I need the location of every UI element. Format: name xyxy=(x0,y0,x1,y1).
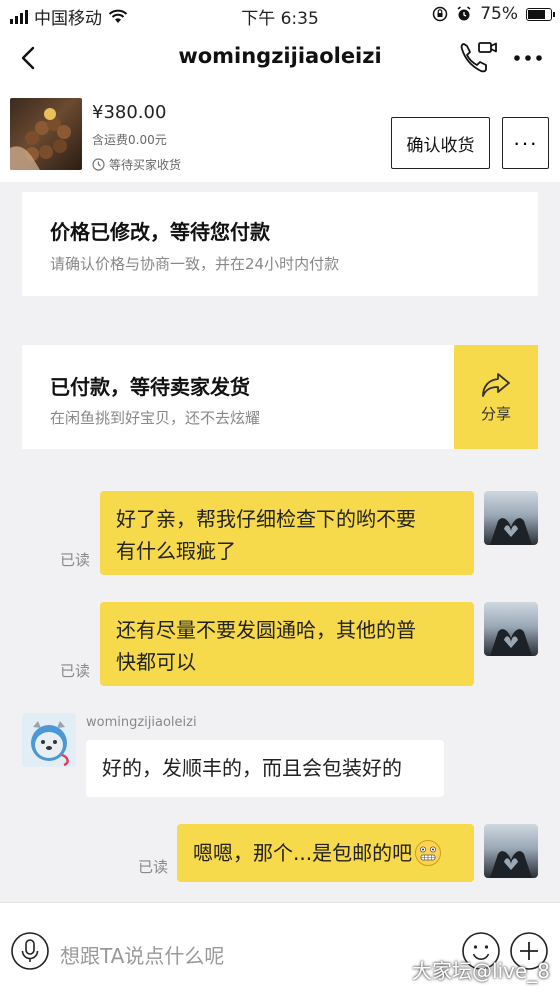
orientation-lock-icon xyxy=(432,6,448,22)
call-icon[interactable] xyxy=(458,40,498,76)
message-line: 嗯嗯，那个...是包邮的吧 xyxy=(193,841,413,865)
message-line: 还有尽量不要发圆通哈，其他的普 xyxy=(116,618,416,642)
read-receipt: 已读 xyxy=(138,858,169,876)
message-bubble[interactable]: 好的，发顺丰的，而且会包装好的 xyxy=(86,740,444,797)
voice-icon[interactable] xyxy=(10,931,50,971)
price-changed-card: 价格已修改，等待您付款 请确认价格与协商一致，并在24小时内付款 xyxy=(22,192,538,296)
seller-avatar[interactable] xyxy=(22,713,76,767)
message-bubble[interactable]: 好了亲，帮我仔细检查下的哟不要 有什么瑕疵了 xyxy=(100,491,474,575)
heart-hands-photo xyxy=(490,518,532,545)
clock-icon xyxy=(92,158,105,171)
message-line: 好的，发顺丰的，而且会包装好的 xyxy=(102,756,402,780)
share-button[interactable]: 分享 xyxy=(454,345,538,449)
confirm-receipt-button[interactable]: 确认收货 xyxy=(391,117,490,169)
order-status: 等待买家收货 xyxy=(92,156,181,173)
card-title: 价格已修改，等待您付款 xyxy=(50,220,270,244)
share-label: 分享 xyxy=(480,405,511,423)
message-input[interactable]: 想跟TA说点什么呢 xyxy=(60,940,224,969)
battery-percent: 75% xyxy=(480,4,518,24)
read-receipt: 已读 xyxy=(60,551,91,569)
order-more-button[interactable]: ··· xyxy=(502,117,549,169)
order-summary: ¥380.00 含运费0.00元 等待买家收货 确认收货 ··· xyxy=(0,90,560,182)
shipping-fee: 含运费0.00元 xyxy=(92,133,167,147)
battery-icon xyxy=(526,7,555,21)
order-status-text: 等待买家收货 xyxy=(109,158,182,172)
message-bubble[interactable]: 还有尽量不要发圆通哈，其他的普 快都可以 xyxy=(100,602,474,686)
product-thumbnail[interactable] xyxy=(10,98,82,170)
my-avatar[interactable] xyxy=(484,824,538,878)
seal-mascot-icon xyxy=(22,713,76,767)
message-bubble[interactable]: 嗯嗯，那个...是包邮的吧 xyxy=(177,824,474,882)
message-line: 快都可以 xyxy=(116,650,196,674)
status-bar: 中国移动 下午 6:35 75% xyxy=(0,0,560,29)
chat-header: womingzijiaoleizi xyxy=(0,28,560,90)
my-avatar[interactable] xyxy=(484,491,538,545)
read-receipt: 已读 xyxy=(60,662,91,680)
watermark: 大家坛@live_8 xyxy=(412,959,550,983)
heart-hands-photo xyxy=(490,851,532,878)
order-price: ¥380.00 xyxy=(92,102,167,123)
my-avatar[interactable] xyxy=(484,602,538,656)
more-icon[interactable] xyxy=(508,42,548,74)
card-subtitle: 在闲鱼挑到好宝贝，还不去炫耀 xyxy=(50,409,261,427)
paid-card: 已付款，等待卖家发货 在闲鱼挑到好宝贝，还不去炫耀 xyxy=(22,345,454,449)
alarm-icon xyxy=(457,6,471,21)
bracelet-photo xyxy=(10,108,71,170)
grimace-emoji-icon xyxy=(415,840,442,866)
message-line: 有什么瑕疵了 xyxy=(116,539,236,563)
message-line: 好了亲，帮我仔细检查下的哟不要 xyxy=(116,507,416,531)
card-title: 已付款，等待卖家发货 xyxy=(50,375,250,399)
card-subtitle: 请确认价格与协商一致，并在24小时内付款 xyxy=(50,255,340,273)
heart-hands-photo xyxy=(490,629,532,656)
sender-name: womingzijiaoleizi xyxy=(86,715,197,730)
share-icon xyxy=(482,373,510,397)
